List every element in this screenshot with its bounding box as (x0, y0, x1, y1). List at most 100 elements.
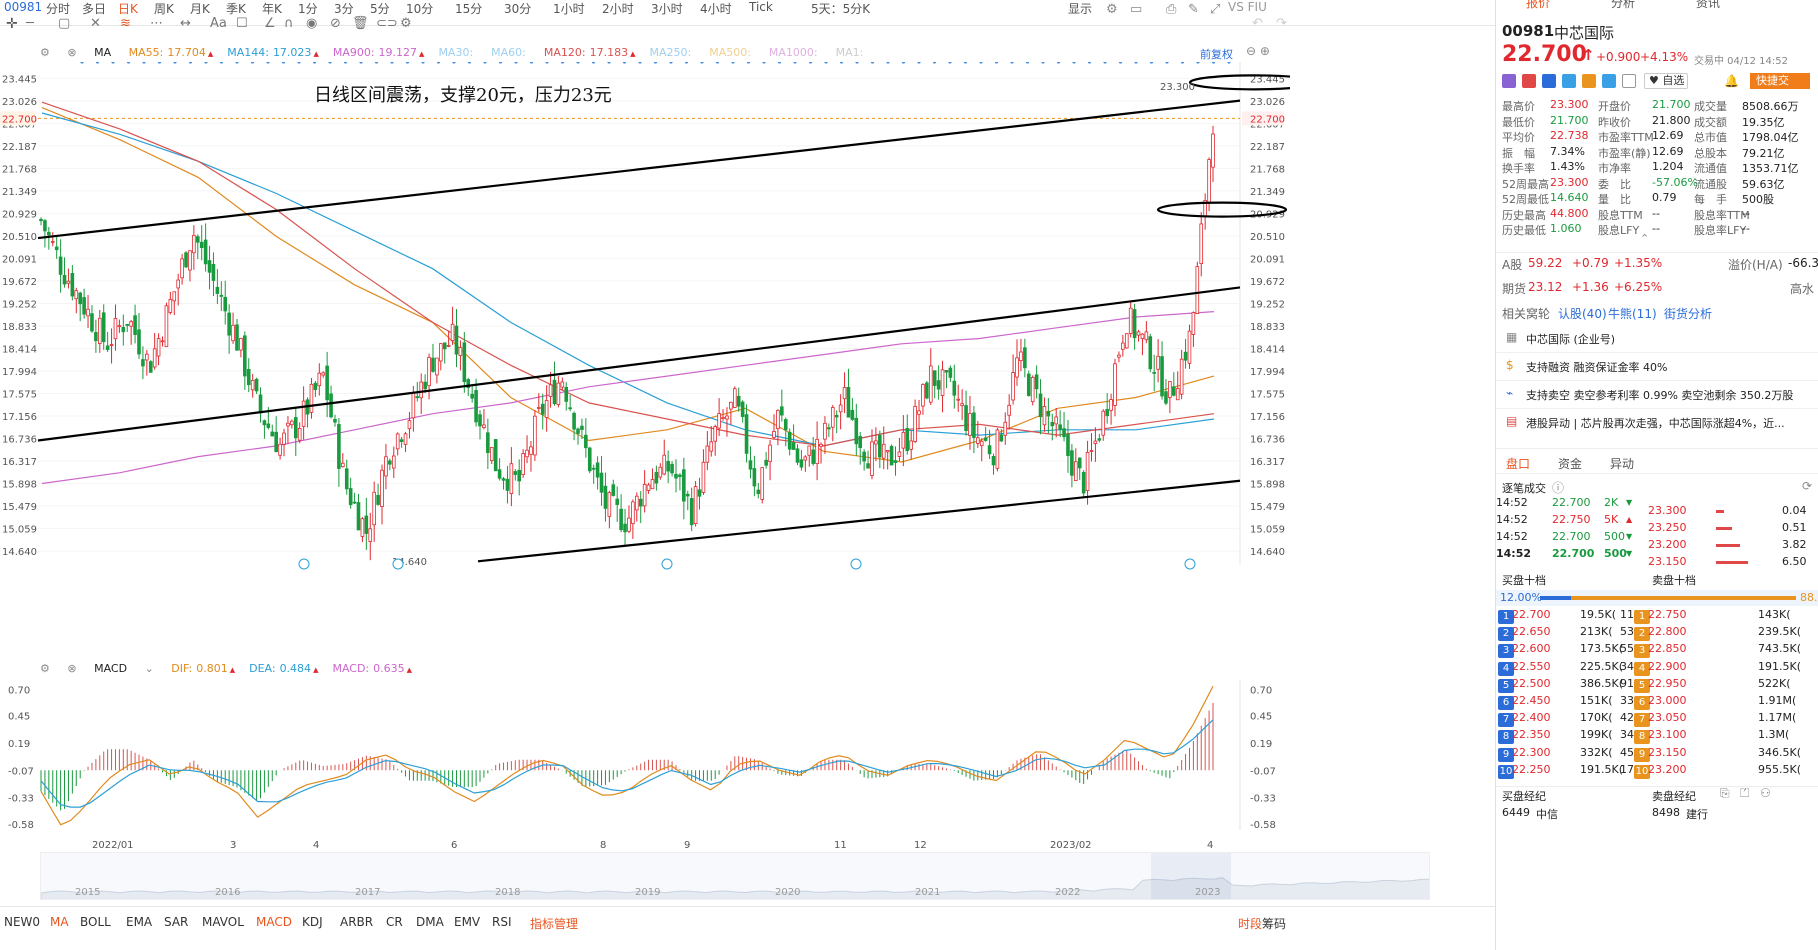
close-icon[interactable]: ⊗ (67, 662, 76, 675)
broker-cell[interactable]: 中信 (1536, 806, 1558, 822)
ask-price[interactable]: 23.200 (1648, 763, 1687, 776)
chip-tab[interactable]: 筹码 (1262, 915, 1286, 932)
indicator-tab[interactable]: 指标管理 (530, 915, 578, 932)
app-icon-3[interactable] (1542, 74, 1556, 88)
refresh-icon[interactable]: ⟳ (1802, 479, 1812, 493)
event-marker-icon[interactable] (298, 558, 310, 570)
indicator-tab[interactable]: BOLL (80, 915, 111, 929)
people-icon[interactable]: ⚇ (1760, 786, 1771, 800)
macd-chart[interactable]: 0.70 0.70 0.45 0.45 0.19 0.19 -0.07 -0.07 -0.33 -… (0, 680, 1290, 830)
indicator-tab[interactable]: DMA (416, 915, 444, 929)
info-text[interactable]: 支持融资 融资保证金率 40% (1526, 359, 1667, 375)
ask-price[interactable]: 23.100 (1648, 728, 1687, 741)
redo-icon[interactable]: ↷ (1276, 16, 1287, 31)
app-icon-1[interactable] (1502, 74, 1516, 88)
bid-price[interactable]: 22.300 (1512, 746, 1551, 759)
ma-legend-item[interactable]: MA55: 17.704 ▲ (129, 46, 214, 59)
tab-orderbook[interactable]: 盘口 (1506, 455, 1530, 472)
indicator-tab[interactable]: KDJ (302, 915, 323, 929)
eye-icon[interactable]: ◉ (306, 16, 317, 31)
chevron-up-icon[interactable]: ⌃ (1640, 232, 1649, 245)
bull-bear-link[interactable]: 牛熊(11) (1608, 305, 1657, 322)
indicator-tab[interactable]: EMV (454, 915, 480, 929)
history-navigator[interactable]: 2015 2016 2017 2018 2019 2020 2021 2022 2023 (40, 852, 1430, 900)
channel-tool-icon[interactable]: ⋯ (150, 16, 163, 31)
street-analysis-link[interactable]: 街货分析 (1664, 305, 1712, 322)
lock-icon[interactable]: ⊘ (330, 16, 341, 31)
gear-icon[interactable]: ⚙ (1106, 2, 1118, 17)
info-icon[interactable]: ⓘ (1552, 479, 1564, 496)
ma-legend-item[interactable]: MA250: (649, 46, 695, 59)
ma-legend-item[interactable]: MA144: 17.023 ▲ (227, 46, 319, 59)
shape-tool-icon[interactable]: ▢ (58, 16, 70, 31)
window-controls-icon[interactable]: ⊖ ⊕ (1246, 44, 1270, 58)
period-tab[interactable]: Tick (749, 0, 773, 14)
bell-icon[interactable]: 🔔 (1724, 74, 1739, 88)
bid-price[interactable]: 22.600 (1512, 642, 1551, 655)
call-warrants-link[interactable]: 认股(40) (1558, 305, 1607, 322)
bid-price[interactable]: 22.350 (1512, 728, 1551, 741)
candlestick-chart[interactable]: 23.44523.44523.02623.02622.60722.60722.1… (0, 62, 1290, 570)
bid-price[interactable]: 22.700 (1512, 608, 1551, 621)
indicator-tab[interactable]: NEW0 (4, 915, 40, 929)
link-icon[interactable]: ⊂⊃ (376, 16, 398, 31)
note-tool-icon[interactable]: ☐ (236, 16, 248, 31)
filter-icon[interactable]: ⏍ (1740, 786, 1749, 801)
tab-quote[interactable]: 报价 (1526, 0, 1550, 11)
broker-cell[interactable]: 8498 (1652, 806, 1680, 819)
quick-trade-button[interactable]: 快捷交 (1750, 73, 1810, 89)
stock-code-tab[interactable]: 00981 (4, 0, 42, 14)
ask-price[interactable]: 22.850 (1648, 642, 1687, 655)
indicator-tab[interactable]: ARBR (340, 915, 373, 929)
app-icon-4[interactable] (1562, 74, 1576, 88)
tab-analysis[interactable]: 分析 (1611, 0, 1635, 11)
ask-price[interactable]: 22.950 (1648, 677, 1687, 690)
ma-legend-item[interactable]: MA1: (836, 46, 868, 59)
event-marker-icon[interactable] (1184, 558, 1196, 570)
trash-icon[interactable]: 🗑 (352, 16, 369, 31)
ask-price[interactable]: 23.050 (1648, 711, 1687, 724)
ma-legend-item[interactable]: MA60: (491, 46, 530, 59)
bid-price[interactable]: 22.400 (1512, 711, 1551, 724)
expand-icon[interactable]: ⤢ (1210, 2, 1220, 17)
ask-price[interactable]: 22.900 (1648, 660, 1687, 673)
magnet-icon[interactable]: ∩ (284, 16, 294, 31)
camera-icon[interactable]: ⎙ (1166, 2, 1176, 17)
watchlist-button[interactable]: ♥ 自选 (1644, 73, 1688, 89)
copy-icon[interactable]: ⎘ (1720, 786, 1730, 801)
broker-cell[interactable]: 6449 (1502, 806, 1530, 819)
ma-legend-item[interactable]: MA900: 19.127 ▲ (333, 46, 425, 59)
restore-rights-button[interactable]: 前复权 (1200, 46, 1233, 62)
indicator-tab[interactable]: CR (386, 915, 403, 929)
bid-price[interactable]: 22.500 (1512, 677, 1551, 690)
ask-price[interactable]: 22.750 (1648, 608, 1687, 621)
event-marker-icon[interactable] (392, 558, 404, 570)
bid-price[interactable]: 22.250 (1512, 763, 1551, 776)
ma-legend-item[interactable]: MA120: 17.183 ▲ (544, 46, 636, 59)
bid-price[interactable]: 22.550 (1512, 660, 1551, 673)
arrow-tool-icon[interactable]: ↔ (180, 16, 191, 31)
ask-price[interactable]: 23.000 (1648, 694, 1687, 707)
time-share-tab[interactable]: 时段 (1238, 915, 1262, 932)
ma-legend-item[interactable]: MA1000: (769, 46, 822, 59)
pattern-tool-icon[interactable]: ✕ (90, 16, 101, 31)
close-icon[interactable]: ⊗ (67, 46, 76, 59)
indicator-tab[interactable]: EMA (126, 915, 152, 929)
indicator-tab[interactable]: SAR (164, 915, 188, 929)
tab-unusual[interactable]: 异动 (1610, 455, 1634, 472)
indicator-tab[interactable]: MA (50, 915, 69, 929)
macd-title[interactable]: MACD (94, 662, 127, 675)
pen-icon[interactable]: ✎ (1188, 2, 1199, 17)
ask-price[interactable]: 22.800 (1648, 625, 1687, 638)
indicator-tab[interactable]: RSI (492, 915, 512, 929)
ma-legend-item[interactable]: MA30: (438, 46, 477, 59)
chevron-down-icon[interactable]: ⌄ (145, 662, 154, 675)
settings-icon[interactable]: ⚙ (400, 16, 412, 31)
indicator-tab[interactable]: MAVOL (202, 915, 244, 929)
info-text[interactable]: 支持卖空 卖空参考利率 0.99% 卖空池剩余 350.2万股 (1526, 387, 1793, 403)
info-text[interactable]: 港股异动 | 芯片股再次走强，中芯国际涨超4%，近... (1526, 415, 1785, 431)
ma-legend-item[interactable]: MA500: (709, 46, 755, 59)
crosshair-icon[interactable]: ✛ (6, 16, 18, 32)
ruler-tool-icon[interactable]: ∠ (264, 16, 276, 31)
undo-icon[interactable]: ↶ (1252, 16, 1263, 31)
